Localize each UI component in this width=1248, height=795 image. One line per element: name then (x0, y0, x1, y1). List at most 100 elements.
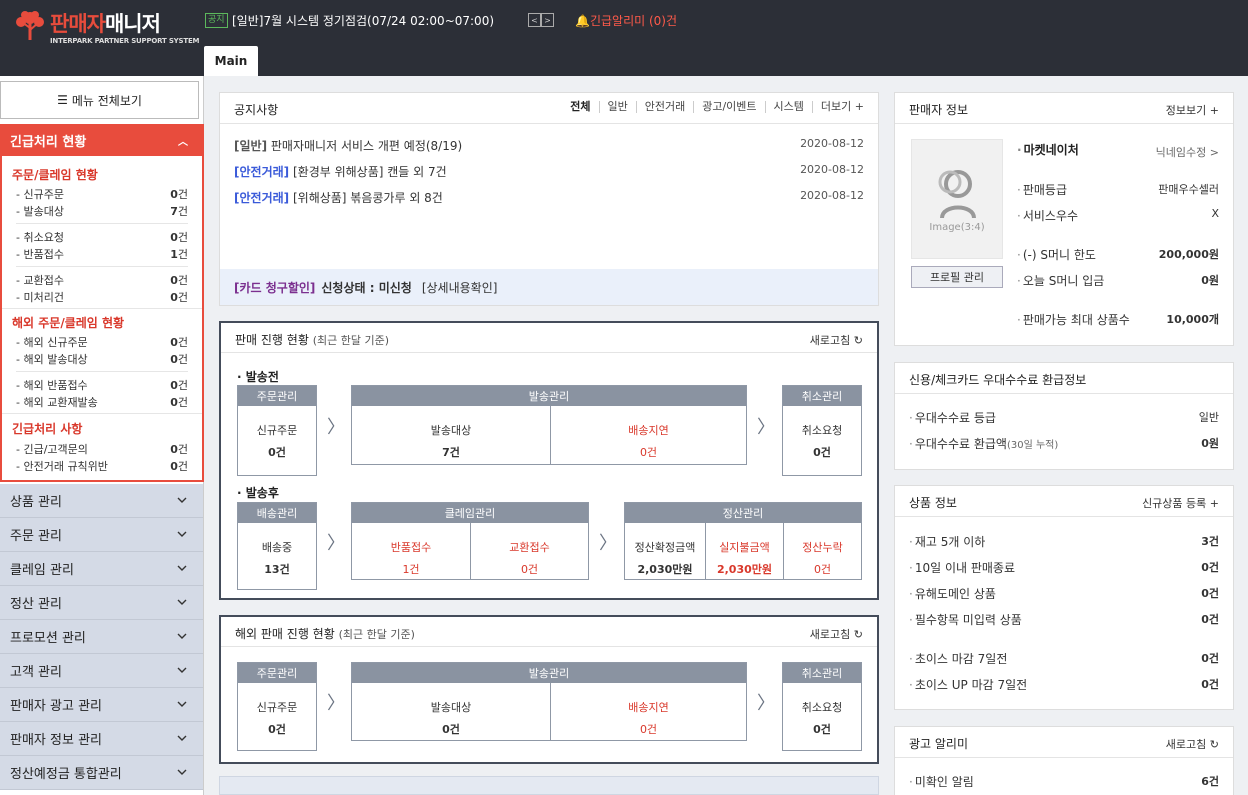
urgent-status-header[interactable]: 긴급처리 현황 ︿ (0, 124, 204, 156)
ship-mgmt-box: 발송관리 발송대상 0건 배송지연 0건 (351, 662, 747, 741)
arrow-right-icon: 〉 (327, 533, 345, 554)
notice-pager: < > (528, 13, 554, 27)
ship-delay-cell[interactable]: 배송지연 0건 (550, 683, 746, 740)
product-row[interactable]: · 10일 이내 판매종료 0건 (909, 559, 1219, 575)
status-row[interactable]: - 발송대상 7건 (16, 203, 188, 219)
cancel-request-cell[interactable]: 취소요청 0건 (783, 406, 861, 475)
new-order-cell[interactable]: 신규주문 0건 (238, 683, 316, 750)
urgent-alert-link[interactable]: 🔔긴급알리미 (0)건 (575, 12, 677, 29)
exchange-cell[interactable]: 교환접수 0건 (470, 523, 588, 579)
section-title: 긴급처리 사항 (12, 422, 83, 436)
product-row[interactable]: · 유해도메인 상품 0건 (909, 585, 1219, 601)
ship-target-cell[interactable]: 발송대상 0건 (352, 683, 550, 740)
fee-row: · 우대수수료 환급액(30일 누적) 0원 (909, 437, 1219, 451)
panel-title: 광고 알리미 (909, 737, 969, 751)
tab-general[interactable]: 일반 (598, 101, 636, 113)
status-row[interactable]: - 미처리건 0건 (16, 289, 188, 305)
sales-status-panel: 판매 진행 현황 (최근 한달 기준) 새로고침 ↻ · 발송전 주문관리 신규… (219, 321, 879, 600)
sidebar-item-order[interactable]: 주문 관리 (0, 518, 203, 552)
sidebar-item-customer[interactable]: 고객 관리 (0, 654, 203, 688)
tab-system[interactable]: 시스템 (764, 101, 812, 113)
unpaid-cell[interactable]: 실지불금액 2,030만원 (705, 523, 783, 579)
product-row[interactable]: · 초이스 UP 마감 7일전 0건 (909, 676, 1219, 692)
notice-ticker[interactable]: [일반]7월 시스템 정기점검(07/24 02:00~07:00) (232, 12, 494, 29)
prev-button[interactable]: < (528, 13, 541, 27)
refresh-button[interactable]: 새로고침 ↻ (810, 332, 863, 348)
arrow-right-icon: 〉 (757, 417, 775, 438)
tab-safe-trade[interactable]: 안전거래 (635, 101, 693, 113)
logo[interactable]: 판매자매니저 INTERPARK PARTNER SUPPORT SYSTEM (12, 8, 199, 48)
status-row[interactable]: - 해외 신규주문 0건 (16, 334, 188, 350)
user-icon (938, 170, 976, 219)
seller-info-more-link[interactable]: 정보보기 + (1166, 102, 1219, 118)
refresh-button[interactable]: 새로고침 ↻ (810, 626, 863, 642)
sidebar: ☰ 메뉴 전체보기 긴급처리 현황 ︿ 주문/클레임 현황 - 신규주문 0건 - … (0, 76, 204, 795)
menu-all-button[interactable]: ☰ 메뉴 전체보기 (0, 81, 199, 119)
delivering-cell[interactable]: 배송중 13건 (238, 523, 316, 589)
status-row[interactable]: - 긴급/고객문의 0건 (16, 441, 188, 457)
ad-alarm-panel: 광고 알리미 새로고침 ↻ · 미확인 알림 6건 (894, 726, 1234, 795)
more-link[interactable]: 더보기 + (811, 101, 864, 113)
status-row[interactable]: - 신규주문 0건 (16, 186, 188, 202)
chevron-down-icon (177, 599, 187, 605)
status-row[interactable]: - 안전거래 규칙위반 0건 (16, 458, 188, 474)
product-row[interactable]: · 초이스 마감 7일전 0건 (909, 650, 1219, 666)
arrow-right-icon: 〉 (757, 693, 775, 714)
return-cell[interactable]: 반품접수 1건 (352, 523, 470, 579)
seller-row: · (-) S머니 한도 200,000원 (1017, 248, 1219, 262)
card-discount-status: 신청상태 : 미신청 (321, 280, 412, 295)
refresh-button[interactable]: 새로고침 ↻ (1166, 736, 1219, 752)
panel-title: 상품 정보 (909, 496, 957, 510)
sidebar-item-promotion[interactable]: 프로모션 관리 (0, 620, 203, 654)
sidebar-item-settlement[interactable]: 정산 관리 (0, 586, 203, 620)
nickname-edit-link[interactable]: 닉네임수정 > (1156, 144, 1219, 160)
card-fee-panel: 신용/체크카드 우대수수료 환급정보 · 우대수수료 등급 일반 · 우대수수료 환급… (894, 362, 1234, 470)
notice-item[interactable]: [안전거래] [위해상품] 볶음콩가루 외 8건 2020-08-12 (234, 189, 864, 205)
tab-all[interactable]: 전체 (562, 101, 598, 113)
sidebar-item-claim[interactable]: 클레임 관리 (0, 552, 203, 586)
card-discount-bar: [카드 청구할인] 신청상태 : 미신청 [상세내용확인] (220, 269, 878, 305)
status-row[interactable]: - 해외 반품접수 0건 (16, 377, 188, 393)
notice-item[interactable]: [일반] 판매자매니저 서비스 개편 예정(8/19) 2020-08-12 (234, 137, 864, 153)
chevron-up-icon: ︿ (178, 137, 188, 148)
settle-missing-cell[interactable]: 정산누락 0건 (783, 523, 861, 579)
status-row[interactable]: - 취소요청 0건 (16, 229, 188, 245)
tab-main[interactable]: Main (204, 46, 258, 76)
top-bar: 판매자매니저 INTERPARK PARTNER SUPPORT SYSTEM … (0, 0, 1248, 76)
sidebar-item-product[interactable]: 상품 관리 (0, 484, 203, 518)
profile-manage-button[interactable]: 프로필 관리 (911, 266, 1003, 288)
ship-target-cell[interactable]: 발송대상 7건 (352, 406, 550, 464)
panel-title: 판매자 정보 (909, 103, 969, 117)
logo-subtitle: INTERPARK PARTNER SUPPORT SYSTEM (50, 37, 200, 45)
overseas-sales-panel: 해외 판매 진행 현황 (최근 한달 기준) 새로고침 ↻ 주문관리 신규주문 0… (219, 615, 879, 764)
ad-row[interactable]: · 미확인 알림 6건 (909, 773, 1219, 789)
status-row[interactable]: - 해외 발송대상 0건 (16, 351, 188, 367)
tree-logo-icon (16, 11, 44, 40)
panel-title: 판매 진행 현황 (최근 한달 기준) (235, 333, 389, 347)
card-detail-link[interactable]: [상세내용확인] (422, 279, 498, 296)
status-row[interactable]: - 해외 교환재발송 0건 (16, 394, 188, 410)
sidebar-item-seller-ad[interactable]: 판매자 광고 관리 (0, 688, 203, 722)
delivery-mgmt-box: 배송관리 배송중 13건 (237, 502, 317, 590)
ship-delay-cell[interactable]: 배송지연 0건 (550, 406, 746, 464)
product-row[interactable]: · 필수항목 미입력 상품 0건 (909, 611, 1219, 627)
section-title: 주문/클레임 현황 (12, 168, 98, 182)
status-row[interactable]: - 반품접수 1건 (16, 246, 188, 262)
cancel-request-cell[interactable]: 취소요청 0건 (783, 683, 861, 750)
product-row[interactable]: · 재고 5개 이하 3건 (909, 533, 1219, 549)
urgent-status-panel: 주문/클레임 현황 - 신규주문 0건 - 발송대상 7건 - 취소요청 0건 - 반… (0, 156, 204, 482)
seller-row: · 판매등급 판매우수셀러 (1017, 183, 1219, 197)
notice-item[interactable]: [안전거래] [환경부 위해상품] 캔들 외 7건 2020-08-12 (234, 163, 864, 179)
next-button[interactable]: > (541, 13, 554, 27)
status-row[interactable]: - 교환접수 0건 (16, 272, 188, 288)
chevron-down-icon (177, 497, 187, 503)
settle-confirmed-cell[interactable]: 정산확정금액 2,030만원 (625, 523, 705, 579)
sidebar-item-seller-info[interactable]: 판매자 정보 관리 (0, 722, 203, 756)
order-mgmt-box: 주문관리 신규주문 0건 (237, 385, 317, 476)
tab-ad-event[interactable]: 광고/이벤트 (693, 101, 764, 113)
new-order-cell[interactable]: 신규주문 0건 (238, 406, 316, 475)
new-product-link[interactable]: 신규상품 등록 + (1142, 495, 1219, 511)
seller-row: · 서비스우수 X (1017, 207, 1219, 223)
refresh-icon: ↻ (1209, 738, 1219, 751)
sidebar-item-settlement-total[interactable]: 정산예정금 통합관리 (0, 756, 203, 790)
